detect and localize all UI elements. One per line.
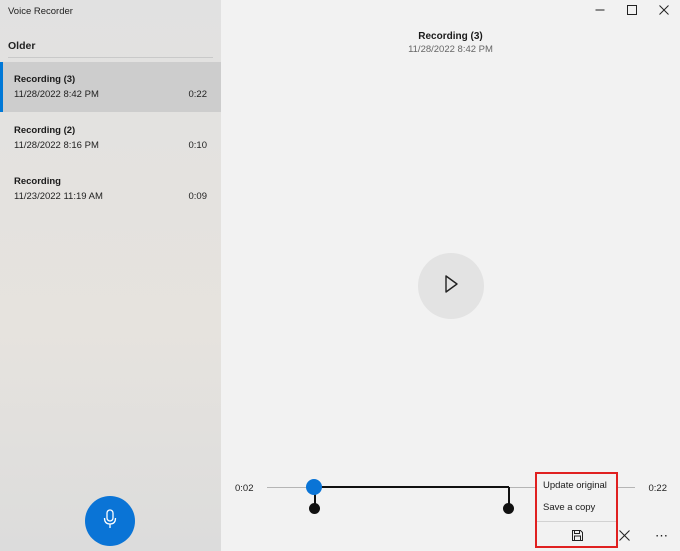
- selection-accent: [0, 62, 3, 112]
- minimize-icon: [595, 2, 605, 20]
- playhead-handle[interactable]: [306, 479, 322, 495]
- recording-name: Recording: [14, 176, 61, 187]
- maximize-icon: [627, 2, 637, 20]
- close-icon: [659, 2, 669, 20]
- app-title: Voice Recorder: [8, 6, 73, 17]
- save-copy-option[interactable]: Save a copy: [543, 502, 595, 513]
- recording-item[interactable]: Recording (2) 11/28/2022 8:16 PM 0:10: [0, 113, 221, 163]
- recording-title: Recording (3): [418, 31, 483, 42]
- recording-name: Recording (3): [14, 74, 76, 85]
- main-panel: Recording (3) 11/28/2022 8:42 PM 0:02 0:…: [221, 0, 680, 551]
- microphone-icon: [103, 508, 117, 534]
- maximize-button[interactable]: [616, 0, 648, 22]
- menu-divider: [537, 521, 616, 522]
- play-icon: [442, 274, 460, 299]
- close-icon: [618, 528, 630, 546]
- trim-start-handle[interactable]: [309, 503, 320, 514]
- recording-date: 11/23/2022 11:19 AM: [14, 191, 103, 202]
- window-controls: [584, 0, 680, 22]
- recording-item-selected[interactable]: Recording (3) 11/28/2022 8:42 PM 0:22: [0, 62, 221, 112]
- trim-selection: [314, 486, 509, 488]
- recording-duration: 0:22: [188, 89, 208, 100]
- recording-duration: 0:09: [188, 191, 208, 202]
- sidebar: Voice Recorder Older Recording (3) 11/28…: [0, 0, 221, 551]
- more-icon[interactable]: ⋯: [655, 529, 669, 542]
- save-button[interactable]: [570, 530, 584, 544]
- section-header-older: Older: [8, 40, 36, 52]
- trim-start-time: 0:02: [235, 483, 254, 494]
- play-button[interactable]: [418, 253, 484, 319]
- recording-date: 11/28/2022 8:42 PM: [14, 89, 99, 100]
- save-icon: [571, 528, 583, 546]
- recording-duration: 0:10: [188, 140, 208, 151]
- trim-end-handle[interactable]: [503, 503, 514, 514]
- cancel-trim-button[interactable]: [618, 528, 630, 546]
- recording-name: Recording (2): [14, 125, 76, 136]
- record-button[interactable]: [85, 496, 135, 546]
- recording-item[interactable]: Recording 11/23/2022 11:19 AM 0:09: [0, 164, 221, 214]
- minimize-button[interactable]: [584, 0, 616, 22]
- update-original-option[interactable]: Update original: [543, 480, 607, 491]
- trim-end-time: 0:22: [648, 483, 668, 494]
- save-menu: Update original Save a copy: [535, 472, 618, 548]
- recording-date: 11/28/2022 8:42 PM: [408, 44, 493, 55]
- window-close-button[interactable]: [648, 0, 680, 22]
- section-divider: [8, 57, 213, 58]
- recording-date: 11/28/2022 8:16 PM: [14, 140, 99, 151]
